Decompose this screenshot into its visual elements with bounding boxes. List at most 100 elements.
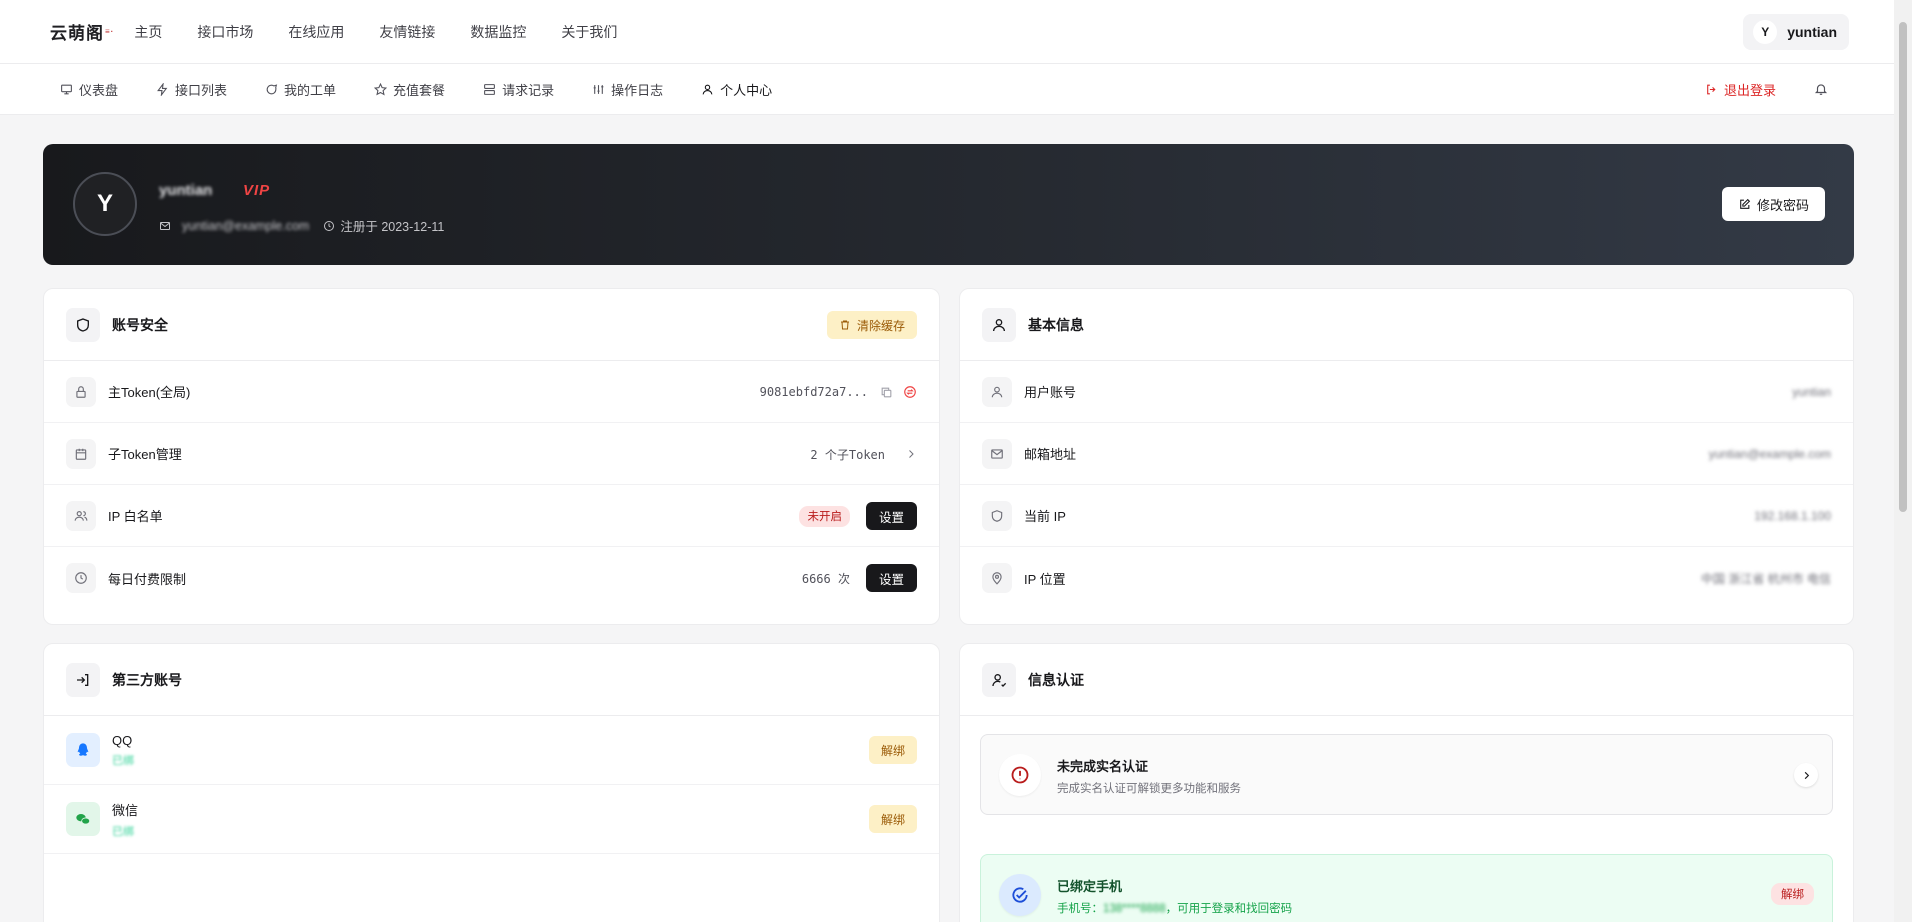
- tab-personal-center[interactable]: 个人中心: [701, 80, 772, 99]
- phone-binding-item: 已绑定手机 手机号：138****8888，可用于登录和找回密码 解绑: [980, 854, 1833, 922]
- email-row: 邮箱地址 yuntian@example.com: [960, 423, 1853, 485]
- vip-badge: VIP: [243, 182, 271, 199]
- row-label: 主Token(全局): [108, 385, 191, 400]
- qq-account-row: QQ 已绑 解绑: [44, 716, 939, 785]
- site-logo[interactable]: 云萌阁 ≡·: [50, 19, 114, 44]
- sliders-icon: [592, 83, 611, 96]
- change-password-button[interactable]: 修改密码: [1721, 187, 1825, 221]
- wechat-unbind-button[interactable]: 解绑: [868, 805, 917, 833]
- wechat-status: 已绑: [112, 825, 134, 838]
- logout-label: 退出登录: [1723, 83, 1776, 98]
- chevron-right-icon[interactable]: [1794, 763, 1818, 787]
- card-title: 账号安全: [112, 316, 168, 333]
- ip-location-row: IP 位置 中国 浙江省 杭州市 电信: [960, 547, 1853, 609]
- tab-label: 仪表盘: [79, 82, 119, 98]
- main-token-row: 主Token(全局) 9081ebfd72a7...: [44, 361, 939, 423]
- tab-label: 个人中心: [720, 82, 773, 98]
- server-icon: [483, 83, 502, 96]
- shield-icon: [66, 307, 100, 342]
- verification-card: 信息认证 未完成实名认证 完成实名认证可解锁更多功能和服务 已绑定手机 手机号：…: [959, 643, 1854, 922]
- logout-button[interactable]: 退出登录: [1705, 80, 1776, 99]
- scrollbar-thumb[interactable]: [1899, 22, 1907, 512]
- clear-cache-label: 清除缓存: [856, 318, 905, 333]
- nav-home[interactable]: 主页: [134, 22, 162, 42]
- user-icon: [701, 83, 720, 96]
- card-header: 第三方账号: [44, 644, 939, 716]
- nav-about[interactable]: 关于我们: [561, 22, 617, 42]
- top-navbar: 云萌阁 ≡· 主页 接口市场 在线应用 友情链接 数据监控 关于我们 Y yun…: [0, 0, 1894, 64]
- tab-label: 我的工单: [284, 82, 337, 98]
- user-name: yuntian: [1787, 24, 1837, 40]
- nav-online-apps[interactable]: 在线应用: [288, 22, 344, 42]
- row-label: 用户账号: [1024, 385, 1077, 400]
- ip-whitelist-settings-button[interactable]: 设置: [865, 502, 917, 530]
- tab-my-tickets[interactable]: 我的工单: [265, 80, 336, 99]
- row-label: 子Token管理: [108, 447, 182, 462]
- ip-location-value: 中国 浙江省 杭州市 电信: [1700, 571, 1831, 586]
- row-label: 当前 IP: [1024, 509, 1066, 524]
- mail-icon: [982, 438, 1012, 469]
- console-tabs: 仪表盘 接口列表 我的工单 充值套餐 请求记录 操作日志 个人中心: [60, 80, 810, 99]
- phone-unbind-button[interactable]: 解绑: [1771, 883, 1814, 905]
- refresh-token-icon[interactable]: [903, 385, 917, 399]
- tab-api-list[interactable]: 接口列表: [156, 80, 227, 99]
- nav-api-market[interactable]: 接口市场: [197, 22, 253, 42]
- card-header: 基本信息: [960, 289, 1853, 361]
- nav-data-monitor[interactable]: 数据监控: [470, 22, 526, 42]
- sub-navbar: 仪表盘 接口列表 我的工单 充值套餐 请求记录 操作日志 个人中心 退出登录: [0, 64, 1894, 115]
- tab-operation-logs[interactable]: 操作日志: [592, 80, 663, 99]
- tab-label: 请求记录: [502, 82, 555, 98]
- status-badge: 未开启: [799, 505, 850, 527]
- logo-dots: ≡·: [105, 26, 115, 36]
- user-check-icon: [982, 662, 1016, 697]
- monitor-icon: [60, 83, 79, 96]
- bell-icon[interactable]: [1814, 82, 1828, 96]
- daily-limit-settings-button[interactable]: 设置: [865, 564, 917, 592]
- users-icon: [66, 500, 96, 531]
- clear-cache-button[interactable]: 清除缓存: [826, 311, 917, 339]
- row-label: IP 白名单: [108, 509, 163, 524]
- basic-info-card: 基本信息 用户账号 yuntian 邮箱地址 yuntian@example.c…: [959, 288, 1854, 625]
- user-menu-button[interactable]: Y yuntian: [1743, 14, 1849, 50]
- qq-unbind-button[interactable]: 解绑: [868, 736, 917, 764]
- profile-avatar: Y: [73, 172, 137, 236]
- current-ip-row: 当前 IP 192.168.1.100: [960, 485, 1853, 547]
- profile-banner: Y yuntian VIP yuntian@example.com 注册于 20…: [43, 144, 1854, 265]
- wechat-label: 微信: [112, 802, 139, 818]
- realname-title: 未完成实名认证: [1057, 759, 1149, 774]
- calendar-icon: [66, 438, 96, 469]
- account-security-card: 账号安全 清除缓存 主Token(全局) 9081ebfd72a7... 子To…: [43, 288, 940, 625]
- row-label: IP 位置: [1024, 571, 1066, 587]
- profile-email: yuntian@example.com: [182, 218, 310, 233]
- current-ip-value: 192.168.1.100: [1754, 509, 1831, 523]
- message-icon: [265, 83, 284, 96]
- user-icon: [982, 307, 1016, 342]
- main-token-value: 9081ebfd72a7...: [759, 385, 868, 399]
- nav-friend-links[interactable]: 友情链接: [379, 22, 435, 42]
- daily-limit-row: 每日付费限制 6666 次 设置: [44, 547, 939, 609]
- tab-dashboard[interactable]: 仪表盘: [60, 80, 118, 99]
- phone-prefix: 手机号：: [1057, 903, 1103, 915]
- qq-label: QQ: [112, 732, 133, 748]
- page-scrollbar[interactable]: [1894, 0, 1912, 922]
- map-pin-icon: [982, 563, 1012, 593]
- sub-token-row[interactable]: 子Token管理 2 个子Token: [44, 423, 939, 485]
- avatar: Y: [1753, 20, 1778, 44]
- tab-request-logs[interactable]: 请求记录: [483, 80, 554, 99]
- copy-icon[interactable]: [880, 386, 893, 399]
- sub-token-count: 2 个子Token: [810, 447, 885, 462]
- wechat-icon: [66, 802, 100, 836]
- third-party-accounts-card: 第三方账号 QQ 已绑 解绑 微信 已绑 解绑: [43, 643, 940, 922]
- card-title: 信息认证: [1028, 671, 1084, 688]
- account-row: 用户账号 yuntian: [960, 361, 1853, 423]
- shield-icon: [982, 500, 1012, 531]
- phone-suffix: ，可用于登录和找回密码: [1165, 903, 1293, 915]
- phone-number: 138****8888: [1103, 903, 1166, 915]
- change-password-label: 修改密码: [1756, 197, 1809, 213]
- tab-recharge-plans[interactable]: 充值套餐: [374, 80, 445, 99]
- card-header: 账号安全 清除缓存: [44, 289, 939, 361]
- clock-icon: [66, 563, 96, 593]
- realname-verification-item[interactable]: 未完成实名认证 完成实名认证可解锁更多功能和服务: [980, 734, 1833, 815]
- realname-description: 完成实名认证可解锁更多功能和服务: [1057, 783, 1241, 795]
- card-title: 第三方账号: [112, 671, 182, 688]
